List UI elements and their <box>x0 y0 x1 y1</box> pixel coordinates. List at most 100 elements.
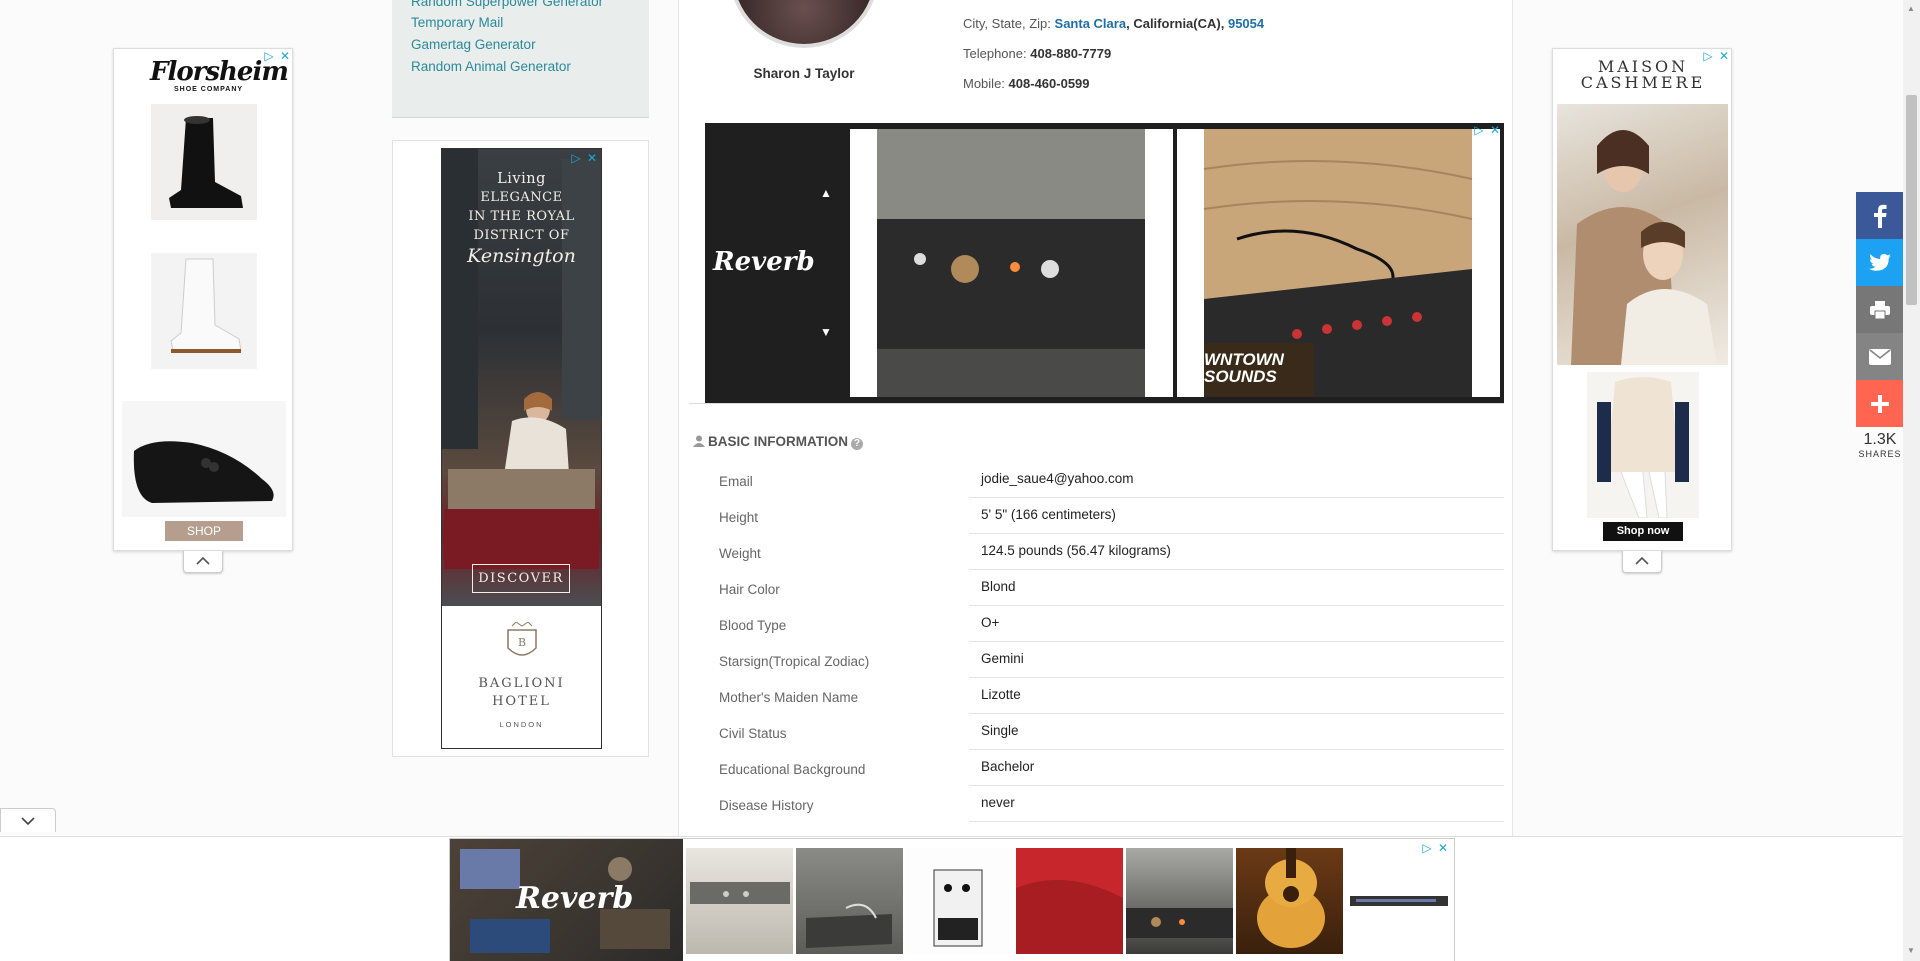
info-row: Email jodie_saue4@yahoo.com <box>679 462 1509 498</box>
basic-information-heading: BASIC INFORMATION? <box>693 434 863 450</box>
scroll-thumb[interactable] <box>1906 95 1917 305</box>
info-row: Height 5' 5" (166 centimeters) <box>679 498 1509 534</box>
models-photo[interactable] <box>1557 104 1728 365</box>
maison-brand-line2: CASHMERE <box>1580 73 1706 92</box>
sweater-photo[interactable] <box>1587 372 1699 519</box>
telephone-value: 408-880-7779 <box>1030 46 1112 61</box>
info-label: Height <box>719 510 759 525</box>
ad-tagline-1: Living <box>497 171 546 187</box>
carousel-up-arrow[interactable]: ▲ <box>820 186 832 200</box>
generator-links-panel: Random Superpower Generator Temporary Ma… <box>392 0 649 118</box>
banner-product-6[interactable] <box>1236 848 1343 954</box>
collapse-right-ad-button[interactable] <box>1622 551 1662 573</box>
scroll-down-arrow[interactable]: ▼ <box>1907 946 1915 955</box>
adchoices-icon[interactable]: ▷ <box>1472 123 1486 137</box>
person-name: Sharon J Taylor <box>753 66 855 81</box>
link-random-superpower-generator[interactable]: Random Superpower Generator <box>411 0 603 9</box>
twitter-icon <box>1869 253 1891 271</box>
shop-button[interactable]: SHOP <box>165 521 243 541</box>
link-gamertag-generator[interactable]: Gamertag Generator <box>411 37 536 52</box>
chevron-up-icon <box>196 556 210 565</box>
scroll-up-arrow[interactable]: ▲ <box>1907 4 1915 13</box>
florsheim-subtitle: SHOE COMPANY <box>174 86 244 93</box>
shop-now-button[interactable]: Shop now <box>1603 522 1683 541</box>
reverb-banner-logo: Reverb <box>516 881 634 916</box>
telephone-label: Telephone: <box>963 46 1027 61</box>
hotel-crest-icon: B <box>507 622 537 656</box>
chevron-up-icon <box>1635 556 1649 565</box>
facebook-share-button[interactable] <box>1856 192 1904 239</box>
ad-script-text: Kensington <box>467 245 576 267</box>
reverb-product-photo-1[interactable] <box>850 129 1173 397</box>
banner-product-3[interactable] <box>906 848 1013 954</box>
mobile-row: Mobile: 408-460-0599 <box>963 76 1090 91</box>
adchoices-icon[interactable]: ▷ <box>1420 841 1434 855</box>
facebook-icon <box>1874 204 1887 228</box>
florsheim-ad[interactable]: ▷ ✕ Florsheim SHOE COMPANY SHOP <box>113 48 293 551</box>
close-icon[interactable]: ✕ <box>1436 841 1450 855</box>
page-scrollbar[interactable]: ▲ ▼ <box>1903 0 1920 961</box>
reverb-banner-brand: Reverb <box>450 839 683 961</box>
info-row: Hair Color Blond <box>679 570 1509 606</box>
boot-image[interactable] <box>151 104 257 220</box>
carousel-down-arrow[interactable]: ▼ <box>820 325 832 339</box>
info-label: Mother's Maiden Name <box>719 690 859 705</box>
maison-cashmere-ad[interactable]: ▷ ✕ MAISON CASHMERE Shop now <box>1552 48 1732 551</box>
ad-tagline-2: Elegance <box>480 190 563 205</box>
baglioni-brand-block: B BAGLIONI HOTEL LONDON <box>442 606 601 748</box>
info-label: Educational Background <box>719 762 866 777</box>
photo-caption: WNTOWN SOUNDS <box>1204 350 1284 386</box>
banner-product-1[interactable] <box>686 848 793 954</box>
plus-icon <box>1871 394 1889 413</box>
ad-controls[interactable]: ▷ ✕ <box>569 151 599 165</box>
info-row: Blood Type O+ <box>679 606 1509 642</box>
close-icon[interactable]: ✕ <box>1488 123 1502 137</box>
share-count: 1.3K <box>1863 431 1897 448</box>
share-bar: 1.3K SHARES <box>1856 192 1904 459</box>
link-random-animal-generator[interactable]: Random Animal Generator <box>411 59 571 74</box>
discover-button[interactable]: DISCOVER <box>472 564 570 593</box>
close-icon[interactable]: ✕ <box>585 151 599 165</box>
share-label: SHARES <box>1858 449 1902 459</box>
banner-product-4[interactable] <box>1016 848 1123 954</box>
twitter-share-button[interactable] <box>1856 239 1904 286</box>
baglioni-ad-container: ▷ ✕ Living Elegance in the Royal Distric… <box>392 140 649 757</box>
city-state-zip-row: City, State, Zip: Santa Clara, Californi… <box>963 16 1265 31</box>
email-share-button[interactable] <box>1856 333 1904 380</box>
info-row: Educational Background Bachelor <box>679 750 1509 786</box>
info-label: Civil Status <box>719 726 787 741</box>
zip-link[interactable]: 95054 <box>1228 16 1264 31</box>
adchoices-icon[interactable]: ▷ <box>569 151 583 165</box>
user-icon <box>693 435 705 447</box>
reverb-product-photo-2[interactable]: WNTOWN SOUNDS <box>1177 129 1500 397</box>
reverb-banner-ad[interactable]: Reverb ▷ ✕ <box>449 838 1455 961</box>
link-temporary-mail[interactable]: Temporary Mail <box>411 15 503 30</box>
info-label: Starsign(Tropical Zodiac) <box>719 654 870 669</box>
banner-product-7[interactable] <box>1346 848 1453 954</box>
city-link[interactable]: Santa Clara <box>1055 16 1127 31</box>
print-icon <box>1870 300 1890 319</box>
collapse-left-ad-button[interactable] <box>183 551 223 573</box>
collapse-bottom-ad-button[interactable] <box>0 808 56 832</box>
loafer-image[interactable] <box>122 401 286 517</box>
info-value: Gemini <box>981 651 1024 666</box>
ad-controls[interactable]: ▷ ✕ <box>1420 841 1450 855</box>
reverb-logo: Reverb <box>713 247 815 277</box>
print-share-button[interactable] <box>1856 286 1904 333</box>
state-value: California(CA) <box>1133 16 1221 31</box>
help-icon[interactable]: ? <box>851 438 863 450</box>
chevron-down-icon <box>21 817 35 826</box>
white-boot-image[interactable] <box>151 253 257 369</box>
banner-product-5[interactable] <box>1126 848 1233 954</box>
info-label: Email <box>719 474 753 489</box>
bottom-ad-bar: Reverb ▷ ✕ <box>0 836 1903 961</box>
info-value: Single <box>981 723 1019 738</box>
row-divider <box>969 821 1504 822</box>
more-share-button[interactable] <box>1856 380 1904 427</box>
ad-controls[interactable]: ▷ ✕ <box>1472 123 1502 137</box>
info-value: never <box>981 795 1015 810</box>
reverb-ad[interactable]: ▲ Reverb ▼ WNTOWN SOUNDS ▷ ✕ <box>705 123 1504 403</box>
banner-product-2[interactable] <box>796 848 903 954</box>
mobile-value: 408-460-0599 <box>1008 76 1090 91</box>
baglioni-hotel-ad[interactable]: ▷ ✕ Living Elegance in the Royal Distric… <box>441 148 602 749</box>
